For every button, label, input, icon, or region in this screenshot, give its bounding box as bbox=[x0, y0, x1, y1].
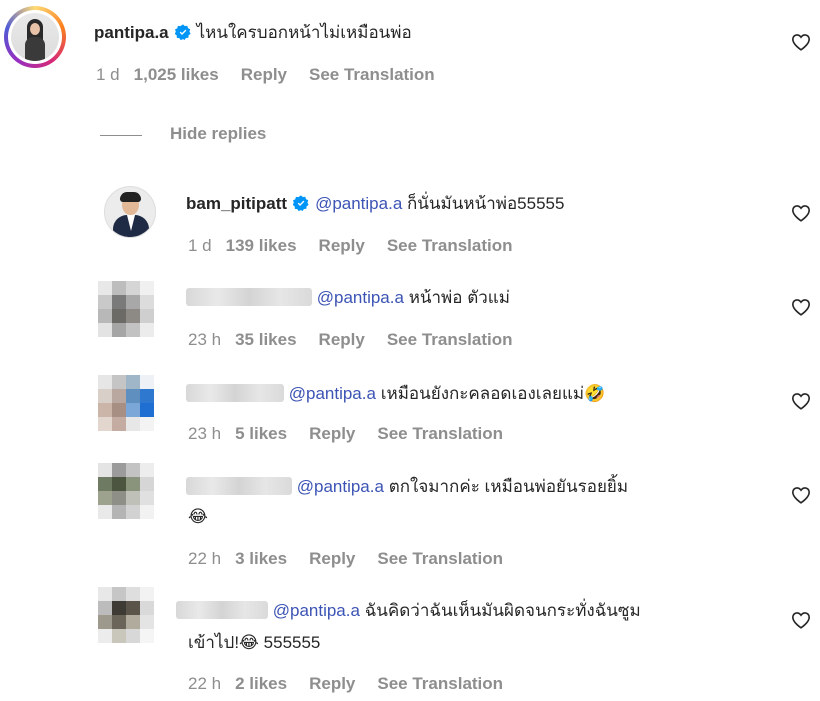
heart-icon[interactable] bbox=[791, 392, 811, 410]
heart-icon[interactable] bbox=[791, 204, 811, 222]
verified-badge-icon bbox=[174, 24, 191, 40]
hide-replies-button[interactable]: Hide replies bbox=[170, 124, 266, 144]
reply-text: เหมือนยังกะคลอดเองเลยแม่ bbox=[380, 384, 585, 403]
likes-count[interactable]: 1,025 likes bbox=[134, 65, 219, 84]
blurred-username[interactable] bbox=[186, 288, 312, 306]
reply-body-line2: 😂 bbox=[188, 506, 208, 528]
verified-badge-icon bbox=[293, 195, 309, 211]
comment-time: 22 h bbox=[188, 549, 222, 568]
laughing-emoji: 😂 bbox=[188, 507, 208, 527]
likes-count[interactable]: 35 likes bbox=[235, 330, 296, 349]
mention-link[interactable]: @pantipa.a bbox=[315, 194, 402, 213]
reply-body: bam_pitipatt @pantipa.a ก็นั่นมันหน้าพ่อ5… bbox=[186, 193, 564, 215]
likes-count[interactable]: 5 likes bbox=[235, 424, 287, 443]
reply-button[interactable]: Reply bbox=[319, 330, 365, 349]
reply-body: @pantipa.a ฉันคิดว่าฉันเห็นมันผิดจนกระทั… bbox=[176, 600, 641, 622]
comment-time: 22 h bbox=[188, 674, 222, 693]
blurred-username[interactable] bbox=[176, 601, 268, 619]
top-comment-text: ไหนใครบอกหน้าไม่เหมือนพ่อ bbox=[196, 23, 412, 42]
see-translation-link[interactable]: See Translation bbox=[377, 674, 503, 693]
reply-button[interactable]: Reply bbox=[309, 549, 355, 568]
reply-text-line3: 555555 bbox=[263, 633, 321, 652]
heart-icon[interactable] bbox=[791, 486, 811, 504]
reply-button[interactable]: Reply bbox=[319, 236, 365, 255]
reply-text: ตกใจมากค่ะ เหมือนพ่อยันรอยยิ้ม bbox=[388, 477, 629, 496]
blurred-username[interactable] bbox=[186, 384, 284, 402]
reply-meta: 22 h 2 likes Reply See Translation bbox=[188, 674, 525, 694]
heart-icon[interactable] bbox=[791, 611, 811, 629]
bam-avatar[interactable] bbox=[104, 186, 156, 238]
likes-count[interactable]: 139 likes bbox=[226, 236, 297, 255]
reply-button[interactable]: Reply bbox=[309, 674, 355, 693]
likes-count[interactable]: 2 likes bbox=[235, 674, 287, 693]
laughing-emoji: 😂 bbox=[239, 633, 259, 653]
see-translation-link[interactable]: See Translation bbox=[387, 330, 513, 349]
reply-text-line2: เข้าไป! bbox=[188, 633, 240, 652]
blurred-avatar[interactable] bbox=[98, 463, 154, 519]
blurred-username[interactable] bbox=[186, 477, 292, 495]
blurred-avatar[interactable] bbox=[98, 281, 154, 337]
hide-replies-line bbox=[100, 135, 142, 136]
see-translation-link[interactable]: See Translation bbox=[377, 424, 503, 443]
reply-body: @pantipa.a เหมือนยังกะคลอดเองเลยแม่🤣 bbox=[186, 383, 605, 405]
reply-meta: 22 h 3 likes Reply See Translation bbox=[188, 549, 525, 569]
reply-body: @pantipa.a ตกใจมากค่ะ เหมือนพ่อยันรอยยิ้… bbox=[186, 476, 628, 498]
reply-button[interactable]: Reply bbox=[241, 65, 287, 84]
pantipa-avatar[interactable] bbox=[4, 6, 66, 68]
top-comment-meta: 1 d 1,025 likes Reply See Translation bbox=[96, 65, 457, 85]
reply-text: ฉันคิดว่าฉันเห็นมันผิดจนกระทั่งฉันซูม bbox=[364, 601, 641, 620]
see-translation-link[interactable]: See Translation bbox=[387, 236, 513, 255]
mention-link[interactable]: @pantipa.a bbox=[297, 477, 384, 496]
blurred-avatar[interactable] bbox=[98, 375, 154, 431]
reply-text: หน้าพ่อ ตัวแม่ bbox=[408, 288, 510, 307]
see-translation-link[interactable]: See Translation bbox=[309, 65, 435, 84]
heart-icon[interactable] bbox=[791, 33, 811, 51]
reply-text: ก็นั่นมันหน้าพ่อ55555 bbox=[407, 194, 565, 213]
comment-time: 1 d bbox=[188, 236, 212, 255]
blurred-avatar[interactable] bbox=[98, 587, 154, 643]
reply-button[interactable]: Reply bbox=[309, 424, 355, 443]
mention-link[interactable]: @pantipa.a bbox=[289, 384, 376, 403]
mention-link[interactable]: @pantipa.a bbox=[273, 601, 360, 620]
reply-body: @pantipa.a หน้าพ่อ ตัวแม่ bbox=[186, 287, 510, 309]
reply-username[interactable]: bam_pitipatt bbox=[186, 194, 287, 213]
comment-time: 1 d bbox=[96, 65, 120, 84]
likes-count[interactable]: 3 likes bbox=[235, 549, 287, 568]
reply-meta: 23 h 35 likes Reply See Translation bbox=[188, 330, 535, 350]
comment-time: 23 h bbox=[188, 330, 222, 349]
reply-meta: 1 d 139 likes Reply See Translation bbox=[188, 236, 535, 256]
heart-icon[interactable] bbox=[791, 298, 811, 316]
see-translation-link[interactable]: See Translation bbox=[377, 549, 503, 568]
rofl-emoji: 🤣 bbox=[584, 384, 606, 404]
mention-link[interactable]: @pantipa.a bbox=[317, 288, 404, 307]
reply-meta: 23 h 5 likes Reply See Translation bbox=[188, 424, 525, 444]
top-comment-username[interactable]: pantipa.a bbox=[94, 23, 169, 42]
reply-body-line2: เข้าไป!😂 555555 bbox=[188, 632, 320, 654]
comment-time: 23 h bbox=[188, 424, 222, 443]
top-comment-body: pantipa.a ไหนใครบอกหน้าไม่เหมือนพ่อ bbox=[94, 22, 412, 44]
